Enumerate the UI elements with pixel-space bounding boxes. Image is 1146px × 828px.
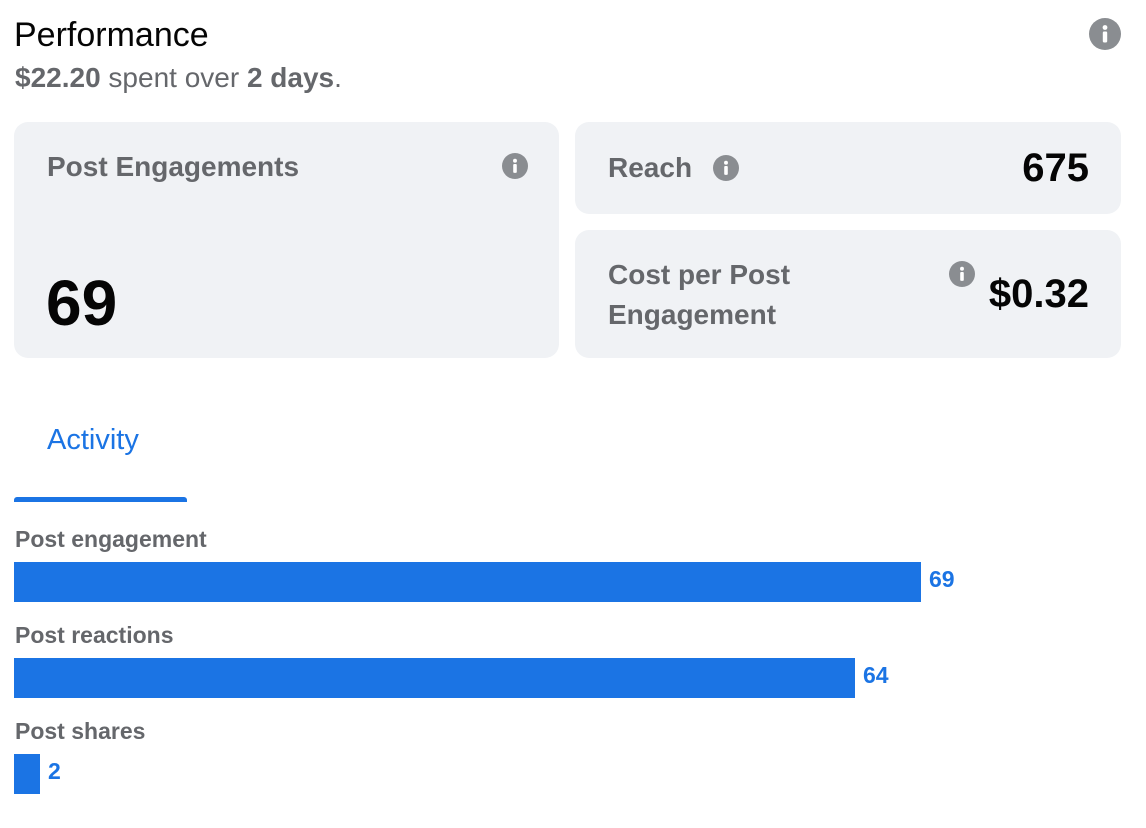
page-title: Performance <box>14 16 209 54</box>
reach-info-icon[interactable] <box>713 155 739 181</box>
metric-post-shares: Post shares 2 <box>14 718 1124 794</box>
post-engagements-label: Post Engagements <box>47 151 300 182</box>
reach-value: 675 <box>1022 146 1089 190</box>
metric-bar <box>14 754 40 794</box>
cost-per-engagement-label-line1: Cost per Post <box>608 259 791 290</box>
spent-period-suffix: . <box>334 62 342 93</box>
cost-per-engagement-info-icon[interactable] <box>949 261 975 287</box>
metric-post-engagement: Post engagement 69 <box>14 526 1124 602</box>
metric-bar <box>14 658 855 698</box>
cost-per-engagement-card: Cost per Post Engagement $0.32 <box>575 230 1121 358</box>
reach-card: Reach 675 <box>575 122 1121 214</box>
metric-value: 64 <box>863 662 889 688</box>
tab-activity-label: Activity <box>47 424 139 456</box>
post-engagements-info-icon[interactable] <box>502 153 528 179</box>
tab-activity[interactable]: Activity <box>14 400 187 502</box>
metric-label: Post reactions <box>15 622 174 648</box>
post-engagements-card: Post Engagements 69 <box>14 122 559 358</box>
spent-days: 2 days <box>246 62 335 93</box>
spent-amount: $22.20 <box>15 62 101 93</box>
performance-info-icon[interactable] <box>1089 18 1121 50</box>
post-engagements-value: 69 <box>46 267 118 339</box>
performance-header: Performance $22.20 spent over 2 days. <box>14 14 1124 104</box>
cost-per-engagement-label: Cost per Post Engagement <box>608 255 790 335</box>
metric-label: Post engagement <box>15 526 207 552</box>
metric-bar <box>14 562 921 602</box>
metric-value: 69 <box>929 566 955 592</box>
metric-post-reactions: Post reactions 64 <box>14 622 1124 698</box>
cost-per-engagement-label-line2: Engagement <box>608 299 777 330</box>
spent-text: spent over <box>108 62 240 93</box>
tab-activity-underline <box>14 497 187 502</box>
metric-value: 2 <box>48 758 61 784</box>
spend-summary: $22.20 spent over 2 days. <box>15 62 342 94</box>
reach-label: Reach <box>608 152 693 183</box>
cost-per-engagement-value: $0.32 <box>988 272 1089 316</box>
metric-label: Post shares <box>15 718 146 744</box>
